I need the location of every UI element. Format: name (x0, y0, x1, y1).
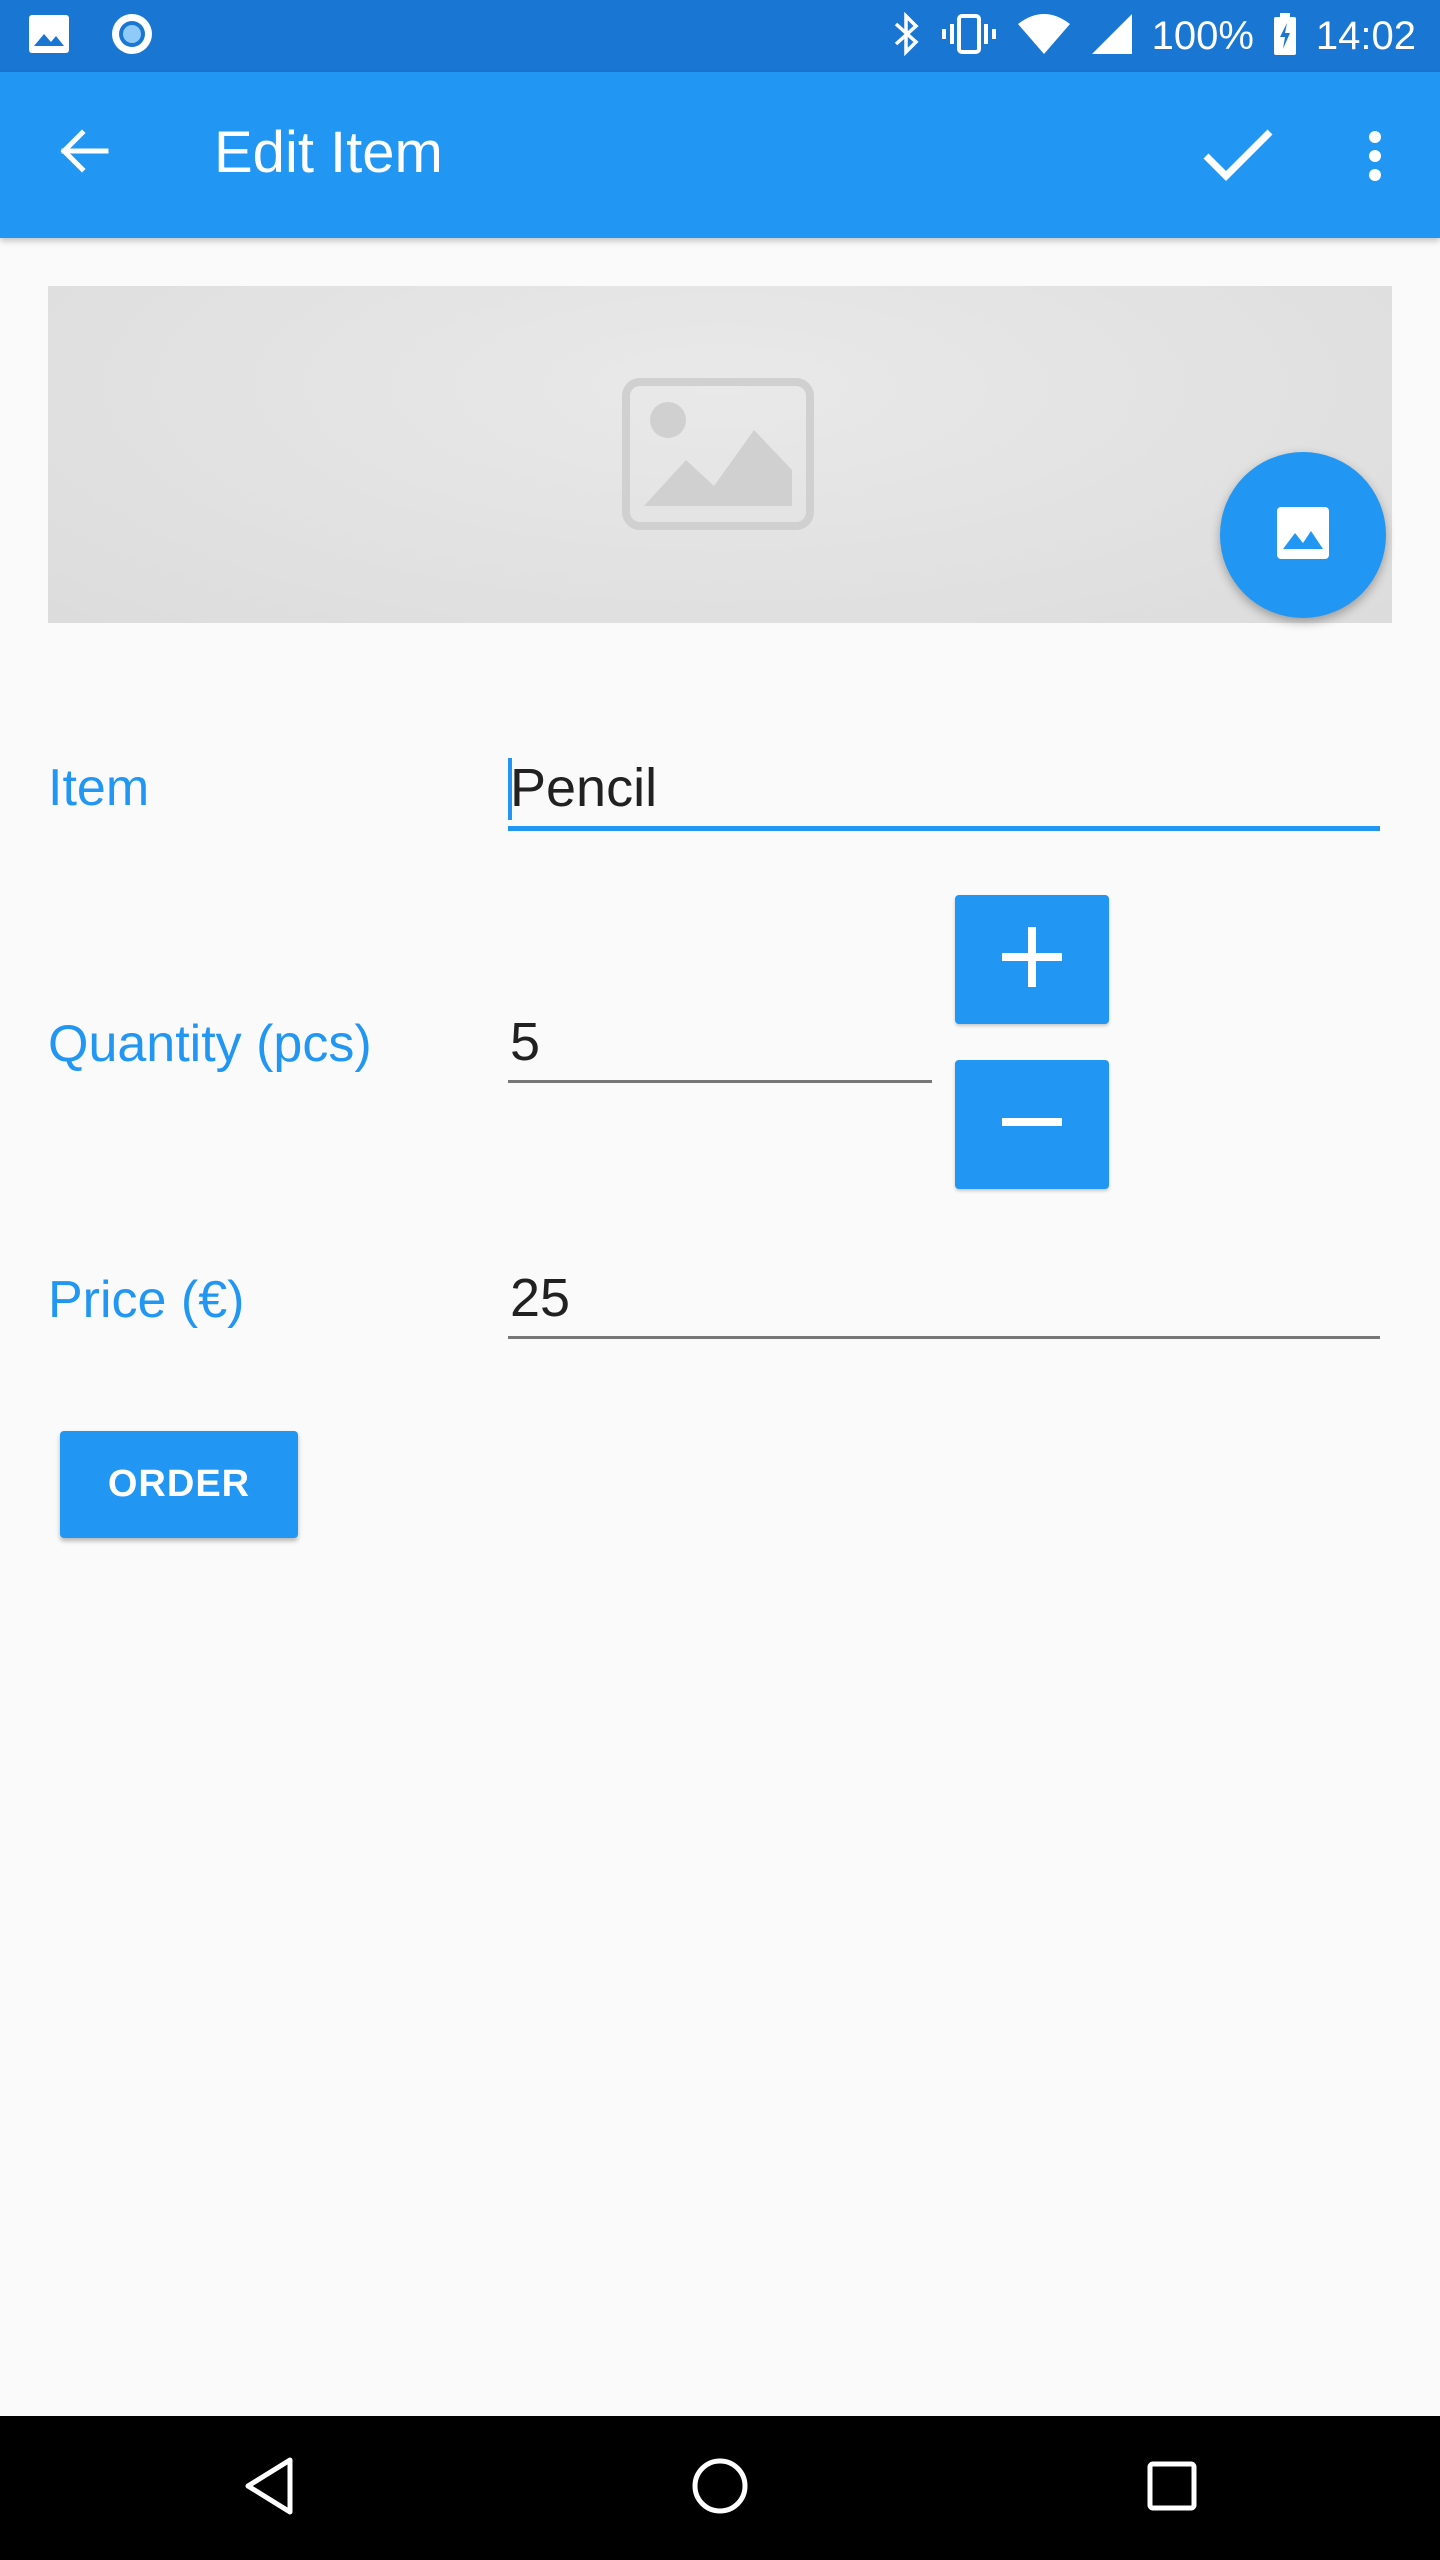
nav-recents-button[interactable] (1120, 2436, 1224, 2540)
item-name-value: Pencil (510, 758, 658, 818)
back-button[interactable] (44, 113, 124, 193)
nav-back-button[interactable] (218, 2436, 322, 2540)
nav-recents-icon (1146, 2460, 1198, 2517)
quantity-input[interactable]: 5 (508, 1010, 932, 1086)
nav-home-button[interactable] (668, 2436, 772, 2540)
signal-icon (1090, 12, 1134, 61)
quantity-value: 5 (510, 1012, 541, 1072)
overflow-menu-button[interactable] (1340, 113, 1410, 203)
nav-back-icon (242, 2456, 298, 2521)
record-notification-icon (110, 12, 154, 61)
system-status: 100% 14:02 (892, 0, 1416, 72)
plus-icon (1000, 925, 1064, 994)
vibrate-icon (940, 12, 998, 61)
quantity-label: Quantity (pcs) (48, 1015, 372, 1073)
page-title: Edit Item (214, 120, 443, 185)
price-input[interactable]: 25 (508, 1266, 1380, 1342)
check-icon (1202, 128, 1274, 189)
status-bar: 100% 14:02 (0, 0, 1440, 72)
image-placeholder-icon (622, 378, 814, 530)
battery-percentage: 100% (1151, 13, 1254, 58)
battery-charging-icon (1272, 12, 1298, 61)
gallery-notification-icon (28, 14, 70, 59)
nav-home-icon (690, 2456, 750, 2521)
price-input-underline (508, 1336, 1380, 1339)
item-input-underline (508, 826, 1380, 831)
clock: 14:02 (1315, 13, 1416, 58)
price-label: Price (€) (48, 1271, 245, 1329)
price-value: 25 (510, 1268, 571, 1328)
decrement-quantity-button[interactable] (955, 1060, 1109, 1189)
notification-icons (28, 10, 154, 62)
save-button[interactable] (1190, 113, 1286, 203)
minus-icon (1000, 1090, 1064, 1159)
item-label: Item (48, 759, 150, 817)
wifi-icon (1016, 12, 1072, 61)
change-image-button[interactable] (1220, 452, 1386, 618)
back-arrow-icon (58, 128, 110, 178)
item-name-input[interactable]: Pencil (508, 752, 1380, 832)
quantity-input-underline (508, 1080, 932, 1083)
bluetooth-icon (892, 11, 922, 61)
overflow-menu-icon (1368, 130, 1382, 187)
order-button[interactable]: ORDER (60, 1431, 298, 1538)
increment-quantity-button[interactable] (955, 895, 1109, 1024)
image-icon (1275, 505, 1331, 566)
